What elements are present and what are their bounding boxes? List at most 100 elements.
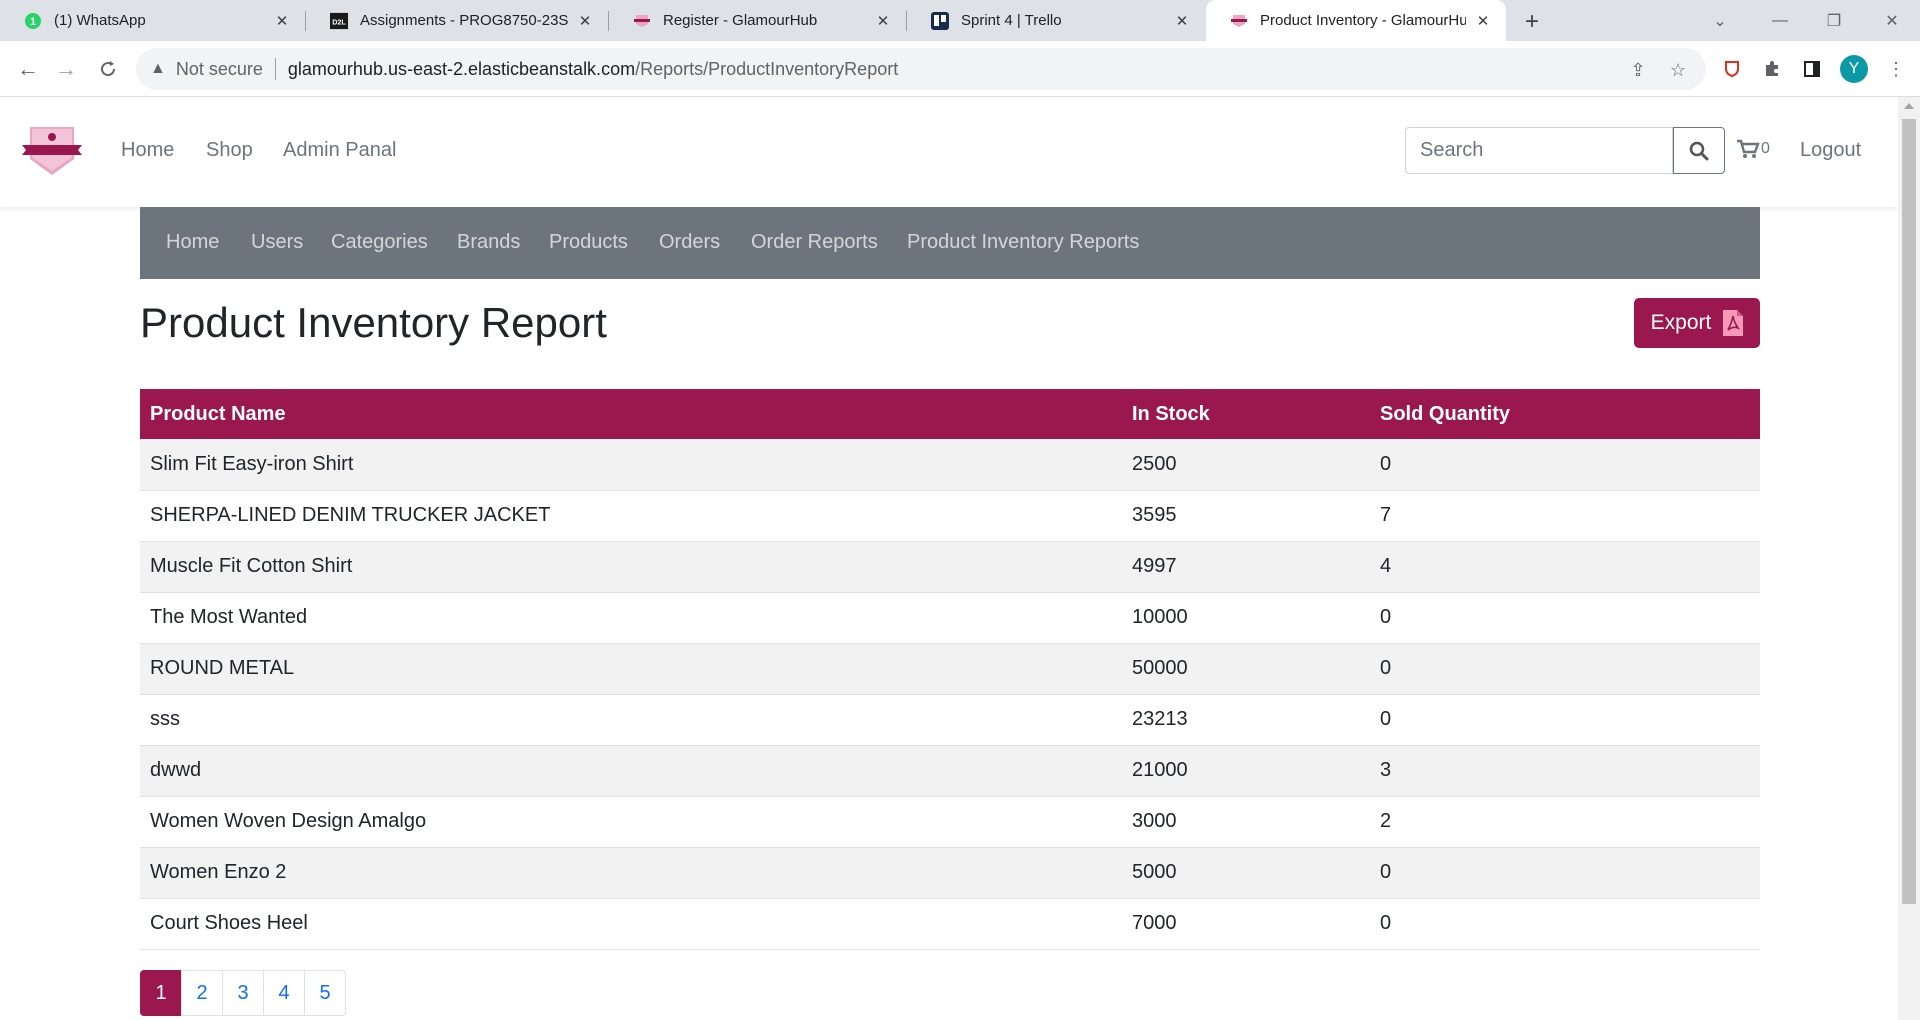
page-link-1[interactable]: 1	[140, 970, 182, 1016]
forward-icon[interactable]: →	[50, 53, 82, 85]
table-row: Muscle Fit Cotton Shirt 4997 4	[140, 541, 1760, 593]
tab-product-inventory[interactable]: Product Inventory - GlamourHub ✕	[1206, 0, 1506, 41]
nav-shop-link[interactable]: Shop	[206, 139, 253, 162]
restore-icon[interactable]: ❐	[1806, 0, 1862, 41]
back-icon[interactable]: ←	[12, 53, 44, 85]
search-input[interactable]	[1405, 127, 1673, 174]
tab-whatsapp[interactable]: 1 (1) WhatsApp ✕	[0, 0, 305, 41]
admin-nav-categories[interactable]: Categories	[331, 231, 428, 254]
inventory-table: Product Name In Stock Sold Quantity Slim…	[140, 389, 1760, 950]
sold-quantity-cell: 0	[1370, 439, 1760, 491]
nav-home-link[interactable]: Home	[121, 139, 174, 162]
table-row: Court Shoes Heel 7000 0	[140, 898, 1760, 950]
extensions-puzzle-icon[interactable]	[1756, 53, 1788, 85]
d2l-badge: D2L	[332, 17, 346, 26]
product-name-cell: Muscle Fit Cotton Shirt	[140, 541, 1122, 593]
tab-title: Register - GlamourHub	[663, 12, 818, 29]
search-button[interactable]	[1673, 127, 1725, 174]
column-header-product-name: Product Name	[140, 389, 1122, 439]
in-stock-cell: 23213	[1122, 694, 1370, 746]
logout-link[interactable]: Logout	[1800, 139, 1861, 162]
close-tab-icon[interactable]: ✕	[1474, 12, 1492, 30]
close-tab-icon[interactable]: ✕	[874, 12, 892, 30]
product-name-cell: dwwd	[140, 745, 1122, 797]
browser-menu-icon[interactable]: ⋮	[1880, 53, 1912, 85]
admin-nav-product-inventory-reports[interactable]: Product Inventory Reports	[907, 231, 1139, 254]
export-label: Export	[1650, 311, 1712, 334]
reload-icon[interactable]	[92, 53, 124, 85]
profile-avatar[interactable]: Y	[1840, 55, 1868, 83]
in-stock-cell: 2500	[1122, 439, 1370, 491]
column-header-in-stock: In Stock	[1122, 389, 1370, 439]
page-link-4[interactable]: 4	[263, 970, 305, 1016]
browser-toolbar: ← → ▲ Not secure glamourhub.us-east-2.el…	[0, 41, 1920, 97]
admin-nav-users[interactable]: Users	[251, 231, 303, 254]
whatsapp-badge: 1	[30, 16, 36, 28]
glamourhub-icon	[633, 12, 651, 30]
admin-nav-brands[interactable]: Brands	[457, 231, 520, 254]
in-stock-cell: 10000	[1122, 592, 1370, 644]
cart-button[interactable]: 0	[1736, 139, 1770, 159]
tab-trello[interactable]: Sprint 4 | Trello ✕	[907, 0, 1205, 41]
admin-nav-orders[interactable]: Orders	[659, 231, 720, 254]
tab-title: Sprint 4 | Trello	[961, 12, 1062, 29]
page-title: Product Inventory Report	[140, 299, 607, 346]
product-name-cell: Court Shoes Heel	[140, 898, 1122, 950]
product-name-cell: sss	[140, 694, 1122, 746]
extension-shield-icon[interactable]	[1716, 53, 1748, 85]
sold-quantity-cell: 4	[1370, 541, 1760, 593]
table-row: dwwd 21000 3	[140, 745, 1760, 797]
scroll-up-icon[interactable]	[1904, 103, 1914, 109]
page-viewport: Home Shop Admin Panal 0 Logout Home User…	[0, 97, 1898, 1020]
close-tab-icon[interactable]: ✕	[273, 12, 291, 30]
glamourhub-icon	[1230, 12, 1248, 30]
product-name-cell: SHERPA-LINED DENIM TRUCKER JACKET	[140, 490, 1122, 542]
scrollbar-thumb[interactable]	[1902, 119, 1916, 904]
in-stock-cell: 4997	[1122, 541, 1370, 593]
table-row: Slim Fit Easy-iron Shirt 2500 0	[140, 439, 1760, 491]
bookmark-star-icon[interactable]: ☆	[1666, 58, 1690, 82]
sold-quantity-cell: 7	[1370, 490, 1760, 542]
glamourhub-logo[interactable]	[22, 125, 82, 177]
new-tab-icon[interactable]: +	[1518, 8, 1546, 36]
sold-quantity-cell: 0	[1370, 643, 1760, 695]
tab-register[interactable]: Register - GlamourHub ✕	[609, 0, 906, 41]
pagination: 1 2 3 4 5	[140, 970, 346, 1016]
security-label: Not secure	[175, 58, 263, 79]
in-stock-cell: 50000	[1122, 643, 1370, 695]
search-icon	[1689, 141, 1709, 160]
admin-nav-home[interactable]: Home	[166, 231, 219, 254]
sold-quantity-cell: 2	[1370, 796, 1760, 848]
tab-search-icon[interactable]: ⌄	[1692, 0, 1748, 41]
admin-nav-order-reports[interactable]: Order Reports	[751, 231, 878, 254]
page-scrollbar[interactable]	[1898, 97, 1920, 1020]
tab-title: Assignments - PROG8750-23S-Se	[360, 12, 568, 29]
share-icon[interactable]: ⇪	[1626, 58, 1650, 82]
cart-icon	[1737, 139, 1760, 158]
close-window-icon[interactable]: ✕	[1864, 0, 1920, 41]
table-row: sss 23213 0	[140, 694, 1760, 746]
table-row: Women Enzo 2 5000 0	[140, 847, 1760, 899]
tab-assignments[interactable]: D2L Assignments - PROG8750-23S-Se ✕	[306, 0, 608, 41]
close-tab-icon[interactable]: ✕	[576, 12, 594, 30]
page-link-5[interactable]: 5	[304, 970, 346, 1016]
nav-admin-panel-link[interactable]: Admin Panal	[283, 139, 396, 162]
table-row: SHERPA-LINED DENIM TRUCKER JACKET 3595 7	[140, 490, 1760, 542]
address-bar[interactable]: ▲ Not secure glamourhub.us-east-2.elasti…	[136, 48, 1706, 90]
export-button[interactable]: Export	[1634, 298, 1760, 348]
side-panel-icon[interactable]	[1796, 53, 1828, 85]
product-name-cell: Slim Fit Easy-iron Shirt	[140, 439, 1122, 491]
admin-nav-products[interactable]: Products	[549, 231, 628, 254]
table-row: ROUND METAL 50000 0	[140, 643, 1760, 695]
pdf-icon	[1723, 310, 1744, 336]
site-navbar: Home Shop Admin Panal 0 Logout	[0, 97, 1898, 207]
sold-quantity-cell: 0	[1370, 898, 1760, 950]
browser-tab-bar: 1 (1) WhatsApp ✕ D2L Assignments - PROG8…	[0, 0, 1920, 41]
minimize-icon[interactable]: —	[1752, 0, 1808, 41]
in-stock-cell: 3000	[1122, 796, 1370, 848]
close-tab-icon[interactable]: ✕	[1173, 12, 1191, 30]
column-header-sold-quantity: Sold Quantity	[1370, 389, 1760, 439]
page-link-3[interactable]: 3	[222, 970, 264, 1016]
page-link-2[interactable]: 2	[181, 970, 223, 1016]
sold-quantity-cell: 0	[1370, 694, 1760, 746]
